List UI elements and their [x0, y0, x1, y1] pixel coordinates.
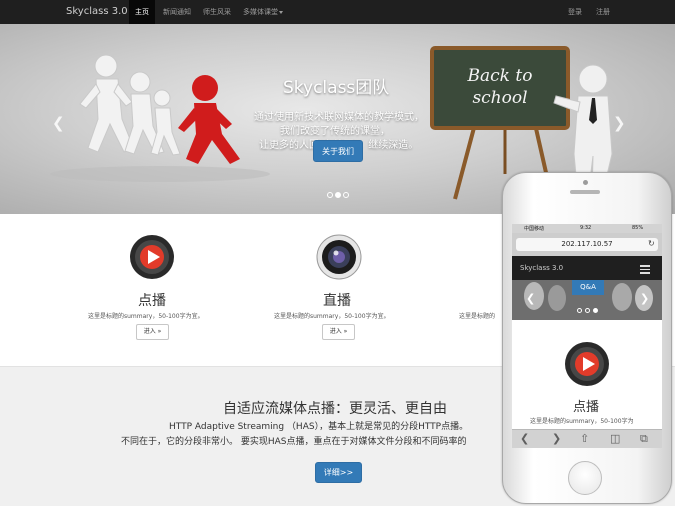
- register-link[interactable]: 注册: [590, 0, 616, 24]
- band-title: 自适应流媒体点播：更灵活、更自由: [223, 401, 447, 417]
- nav-item-multimedia-dropdown[interactable]: 多媒体课堂: [237, 0, 289, 24]
- phone-url-bar: 202.117.10.57 ↻: [512, 233, 662, 256]
- status-battery: 85%: [632, 225, 644, 231]
- reload-icon[interactable]: ↻: [648, 239, 655, 248]
- enter-vod-button[interactable]: 进入 »: [136, 324, 169, 340]
- brand-logo[interactable]: Skyclass 3.0: [66, 6, 128, 17]
- red-figure-graphic: [178, 75, 240, 164]
- nav-item-multimedia-label: 多媒体课堂: [243, 8, 278, 16]
- play-icon: [130, 235, 174, 279]
- share-icon[interactable]: ⇧: [580, 432, 589, 446]
- feature-title-live: 直播: [323, 293, 351, 309]
- status-carrier: 中国移动: [524, 226, 545, 232]
- phone-screen: 中国移动 9:32 85% 202.117.10.57 ↻ Skyclass 3…: [512, 224, 662, 448]
- chalkboard-text-line-2: school: [472, 88, 527, 108]
- carousel-indicator-2[interactable]: [335, 192, 341, 198]
- hero-text-line-1: 通过使用新技术联网媒体的教学模式，: [254, 112, 424, 123]
- bookmarks-icon[interactable]: ◫: [610, 432, 620, 446]
- feature-desc-vod: 这里是标题的summary，50-100字为宜。: [88, 313, 204, 320]
- mobile-hero-carousel: Q&A ❮ ❯: [512, 280, 662, 320]
- carousel-next-arrow-icon[interactable]: ❯: [613, 114, 626, 132]
- enter-live-button[interactable]: 进入 »: [322, 324, 355, 340]
- top-navbar: Skyclass 3.0 主页 新闻通知 师生风采 多媒体课堂 登录 注册: [0, 0, 675, 24]
- feature-desc-third: 这里是标题的: [459, 313, 496, 320]
- hero-title: Skyclass团队: [283, 78, 390, 98]
- phone-home-button: [568, 461, 602, 495]
- hero-text-line-2: 我们改变了传统的课堂，: [280, 126, 390, 137]
- mobile-next-arrow-icon[interactable]: ❯: [640, 292, 649, 305]
- band-text-line-2: 不同在于，它的分段非常小。 要实现HAS点播，重点在于对媒体文件分段和不同码率的: [121, 437, 467, 447]
- details-button[interactable]: 详细>>: [315, 462, 362, 483]
- band-text-line-1: HTTP Adaptive Streaming （HAS），基本上就是常见的分段…: [169, 422, 469, 432]
- nav-item-home[interactable]: 主页: [129, 0, 155, 24]
- phone-speaker: [570, 190, 600, 194]
- camera-lens-icon: [316, 234, 362, 280]
- mobile-indicator-2[interactable]: [585, 308, 590, 313]
- running-figures-graphic: [79, 54, 181, 156]
- chalkboard-text-line-1: Back to: [467, 66, 533, 86]
- nav-item-teachers-students[interactable]: 师生风采: [197, 0, 237, 24]
- feature-title-vod: 点播: [138, 293, 166, 309]
- tabs-icon[interactable]: ⧉: [640, 432, 648, 446]
- mobile-indicator-3[interactable]: [593, 308, 598, 313]
- forward-icon[interactable]: ❯: [552, 432, 561, 446]
- caret-down-icon: [279, 10, 283, 14]
- phone-url-field[interactable]: 202.117.10.57: [516, 238, 658, 251]
- nav-item-news[interactable]: 新闻通知: [157, 0, 197, 24]
- status-time: 9:32: [580, 225, 592, 231]
- phone-camera: [583, 180, 588, 185]
- mobile-navbar: Skyclass 3.0: [512, 256, 662, 280]
- feature-desc-live: 这里是标题的summary，50-100字为宜。: [274, 313, 390, 320]
- mobile-brand[interactable]: Skyclass 3.0: [520, 264, 563, 272]
- mobile-browser-toolbar: ❮ ❯ ⇧ ◫ ⧉: [512, 429, 662, 448]
- carousel-indicator-3[interactable]: [343, 192, 349, 198]
- mobile-indicator-1[interactable]: [577, 308, 582, 313]
- phone-status-bar: 中国移动 9:32 85%: [512, 224, 662, 233]
- back-icon[interactable]: ❮: [520, 432, 529, 446]
- mobile-prev-arrow-icon[interactable]: ❮: [526, 292, 535, 305]
- mobile-hero-tag: Q&A: [572, 280, 604, 295]
- mobile-play-icon: [565, 342, 609, 386]
- carousel-prev-arrow-icon[interactable]: ❮: [52, 114, 65, 132]
- carousel-indicator-1[interactable]: [327, 192, 333, 198]
- hamburger-menu-icon[interactable]: [640, 265, 650, 276]
- about-us-button[interactable]: 关于我们: [313, 140, 363, 162]
- mobile-feature-desc: 这里是标题的summary，50-100字为: [530, 418, 634, 425]
- login-link[interactable]: 登录: [562, 0, 588, 24]
- mobile-feature-title: 点播: [573, 400, 600, 415]
